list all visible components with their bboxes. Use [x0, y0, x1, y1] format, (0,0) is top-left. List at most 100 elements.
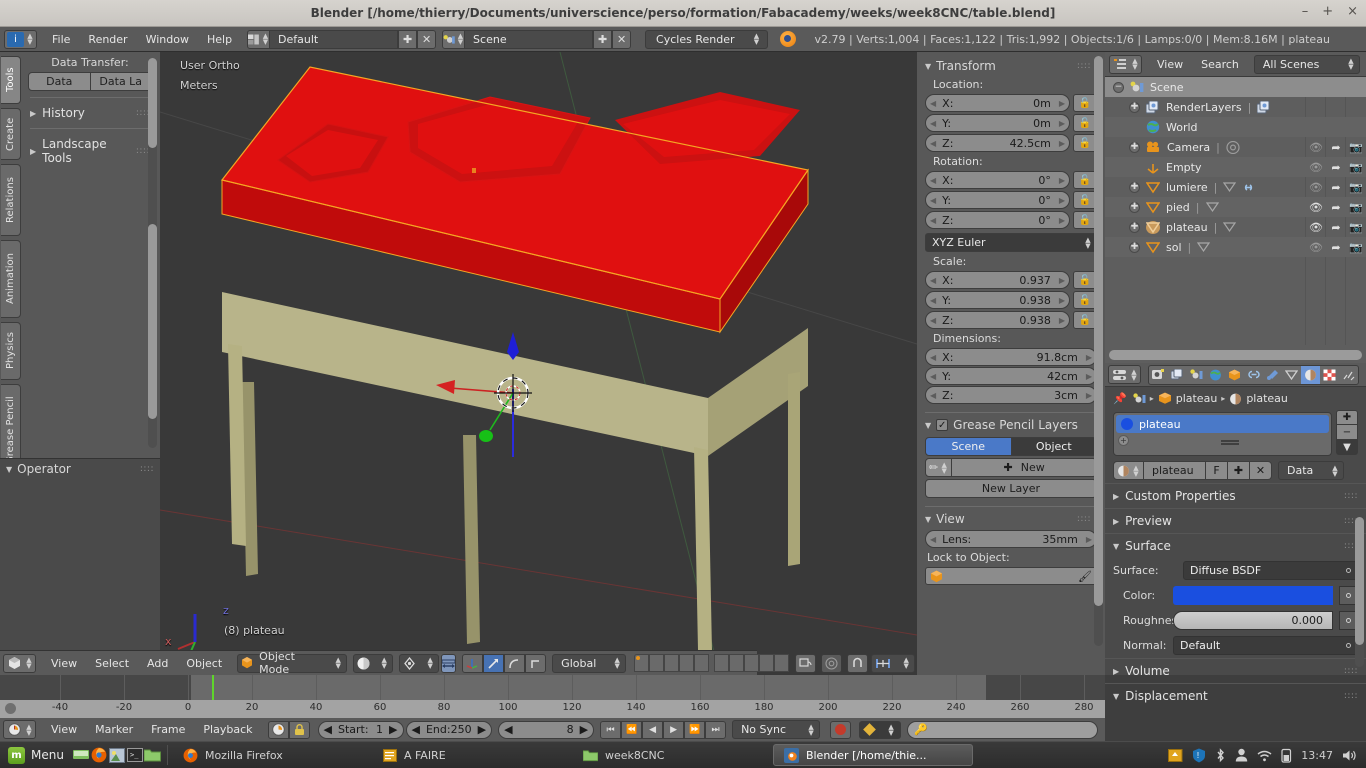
- delete-scene-button[interactable]: ✕: [612, 29, 632, 49]
- outliner-display-mode-selector[interactable]: All Scenes ▲ ▼: [1253, 54, 1360, 74]
- current-frame-field[interactable]: ◀ 8 ▶: [498, 720, 595, 739]
- bluetooth-icon[interactable]: [1215, 747, 1226, 763]
- clock[interactable]: 13:47: [1301, 749, 1333, 762]
- disable-select-icon[interactable]: ➦: [1326, 177, 1346, 197]
- menu-render[interactable]: Render: [79, 31, 136, 48]
- material-link-selector[interactable]: Data ▲ ▼: [1278, 461, 1344, 480]
- decrement-arrow-icon[interactable]: ◀: [930, 176, 936, 185]
- surface-shader-selector[interactable]: Diffuse BSDF: [1183, 561, 1358, 580]
- decrement-arrow-icon[interactable]: ◀: [930, 316, 936, 325]
- add-slot-button[interactable]: ✚: [1336, 410, 1358, 425]
- increment-arrow-icon[interactable]: ▶: [1086, 372, 1092, 381]
- resize-grip-icon[interactable]: [1221, 439, 1239, 442]
- menu-help[interactable]: Help: [198, 31, 241, 48]
- outliner-row-renderlayers[interactable]: ✚ RenderLayers |: [1105, 97, 1366, 117]
- outliner-row-scene[interactable]: − Scene: [1105, 77, 1366, 97]
- lock-view-icon[interactable]: [795, 653, 817, 673]
- auto-keying-record-button[interactable]: [830, 720, 852, 739]
- location-z-field[interactable]: ◀ Z: 42.5cm ▶: [925, 134, 1070, 152]
- menu-file[interactable]: File: [43, 31, 79, 48]
- gp-scene-tab[interactable]: Scene: [925, 437, 1012, 456]
- terminal-icon[interactable]: >_: [126, 746, 144, 764]
- add-screen-layout-button[interactable]: ✚: [398, 29, 418, 49]
- scale-x-field[interactable]: ◀ X: 0.937 ▶: [925, 271, 1070, 289]
- outliner-menu-search[interactable]: Search: [1192, 56, 1248, 73]
- keying-set-icon[interactable]: [859, 720, 881, 739]
- decrement-arrow-icon[interactable]: ◀: [930, 139, 936, 148]
- tab-render-layers[interactable]: [1168, 366, 1187, 384]
- rotation-mode-selector[interactable]: XYZ Euler ▲ ▼: [925, 233, 1097, 252]
- collapse-icon[interactable]: −: [1113, 81, 1124, 93]
- browse-material-button[interactable]: ▲ ▼: [1113, 461, 1144, 480]
- disable-render-icon[interactable]: 📷: [1346, 177, 1366, 197]
- mesh-data-icon[interactable]: [1223, 221, 1237, 233]
- start-frame-field[interactable]: ◀ Start: 1 ▶: [317, 720, 404, 739]
- increment-arrow-icon[interactable]: ▶: [1059, 99, 1065, 108]
- dimensions-y-field[interactable]: ◀ Y: 42cm ▶: [925, 367, 1097, 385]
- decrement-arrow-icon[interactable]: ◀: [930, 119, 936, 128]
- scale-y-field[interactable]: ◀ Y: 0.938 ▶: [925, 291, 1070, 309]
- sidebar-item-animation[interactable]: Animation: [1, 240, 21, 318]
- tab-constraints[interactable]: [1244, 366, 1263, 384]
- panel-history[interactable]: ▶ History ::::: [28, 104, 152, 122]
- normal-selector[interactable]: Default: [1173, 636, 1358, 655]
- layer-cell[interactable]: [774, 654, 790, 672]
- play-reverse-button[interactable]: ◀: [642, 720, 664, 739]
- tab-world[interactable]: [1206, 366, 1225, 384]
- layer-cell[interactable]: [729, 654, 745, 672]
- increment-arrow-icon[interactable]: ▶: [1059, 196, 1065, 205]
- translate-manipulator-button[interactable]: [462, 653, 484, 673]
- sync-mode-selector[interactable]: No Sync ▲ ▼: [732, 720, 821, 739]
- panel-surface[interactable]: ▼ Surface ::::: [1105, 533, 1366, 558]
- hide-viewport-icon[interactable]: 👁: [1306, 137, 1326, 157]
- eyedropper-icon[interactable]: 🖌: [1078, 570, 1092, 583]
- increment-arrow-icon[interactable]: ▶: [1059, 216, 1065, 225]
- sidebar-item-tools[interactable]: Tools: [1, 56, 21, 104]
- disable-render-icon[interactable]: 📷: [1346, 157, 1366, 177]
- increment-arrow-icon[interactable]: ▶: [1059, 296, 1065, 305]
- scene-name[interactable]: Scene: [465, 29, 594, 49]
- pin-icon[interactable]: 📌: [1113, 392, 1127, 405]
- outliner-editor-type-selector[interactable]: ▲ ▼: [1109, 54, 1142, 74]
- unlink-material-button[interactable]: ✕: [1250, 461, 1272, 480]
- rotation-x-field[interactable]: ◀ X: 0° ▶: [925, 171, 1070, 189]
- new-material-button[interactable]: ✚: [1228, 461, 1250, 480]
- delete-screen-layout-button[interactable]: ✕: [417, 29, 437, 49]
- viewport-menu-view[interactable]: View: [42, 655, 86, 672]
- image-viewer-icon[interactable]: [108, 746, 126, 764]
- decrement-arrow-icon[interactable]: ◀: [930, 276, 936, 285]
- interaction-mode-selector[interactable]: Object Mode ▲ ▼: [237, 650, 348, 676]
- decrement-arrow-icon[interactable]: ◀: [324, 723, 332, 736]
- show-desktop-icon[interactable]: [72, 746, 90, 764]
- decrement-arrow-icon[interactable]: ◀: [930, 353, 936, 362]
- user-icon[interactable]: [1235, 748, 1248, 762]
- timeline-editor-type-selector[interactable]: ▲ ▼: [3, 720, 36, 739]
- scene-layers-top[interactable]: [634, 654, 790, 672]
- hide-viewport-icon[interactable]: 👁: [1306, 237, 1326, 257]
- sidebar-item-physics[interactable]: Physics: [1, 322, 21, 380]
- decrement-arrow-icon[interactable]: ◀: [930, 216, 936, 225]
- disable-select-icon[interactable]: ➦: [1326, 137, 1346, 157]
- remove-slot-button[interactable]: −: [1336, 425, 1358, 440]
- 3d-viewport[interactable]: User Ortho Meters z x y (8) plateau: [160, 52, 917, 675]
- editor-type-selector[interactable]: i ▲ ▼: [4, 29, 37, 49]
- keying-set-spinner[interactable]: ▲ ▼: [880, 720, 902, 739]
- grease-pencil-checkbox[interactable]: ✓: [936, 419, 949, 431]
- timeline-canvas[interactable]: [0, 675, 1105, 700]
- layer-cell[interactable]: [664, 654, 680, 672]
- material-slot-row[interactable]: plateau: [1116, 415, 1329, 433]
- panel-displacement[interactable]: ▼ Displacement ::::: [1105, 683, 1366, 708]
- gp-new-layer-button[interactable]: New Layer: [925, 479, 1097, 498]
- battery-icon[interactable]: [1281, 748, 1292, 763]
- renderlayer-data-icon[interactable]: [1257, 100, 1271, 114]
- properties-editor-type-selector[interactable]: ▲ ▼: [1108, 365, 1141, 384]
- mesh-data-icon[interactable]: [1205, 201, 1219, 213]
- dimensions-x-field[interactable]: ◀ X: 91.8cm ▶: [925, 348, 1097, 366]
- expand-icon[interactable]: ✚: [1129, 221, 1140, 233]
- node-socket-icon[interactable]: [1346, 568, 1351, 573]
- panel-preview[interactable]: ▶ Preview ::::: [1105, 508, 1366, 533]
- layer-cell[interactable]: [759, 654, 775, 672]
- decrement-arrow-icon[interactable]: ◀: [930, 296, 936, 305]
- keying-set-field[interactable]: 🔑: [907, 720, 1098, 739]
- increment-arrow-icon[interactable]: ▶: [1059, 139, 1065, 148]
